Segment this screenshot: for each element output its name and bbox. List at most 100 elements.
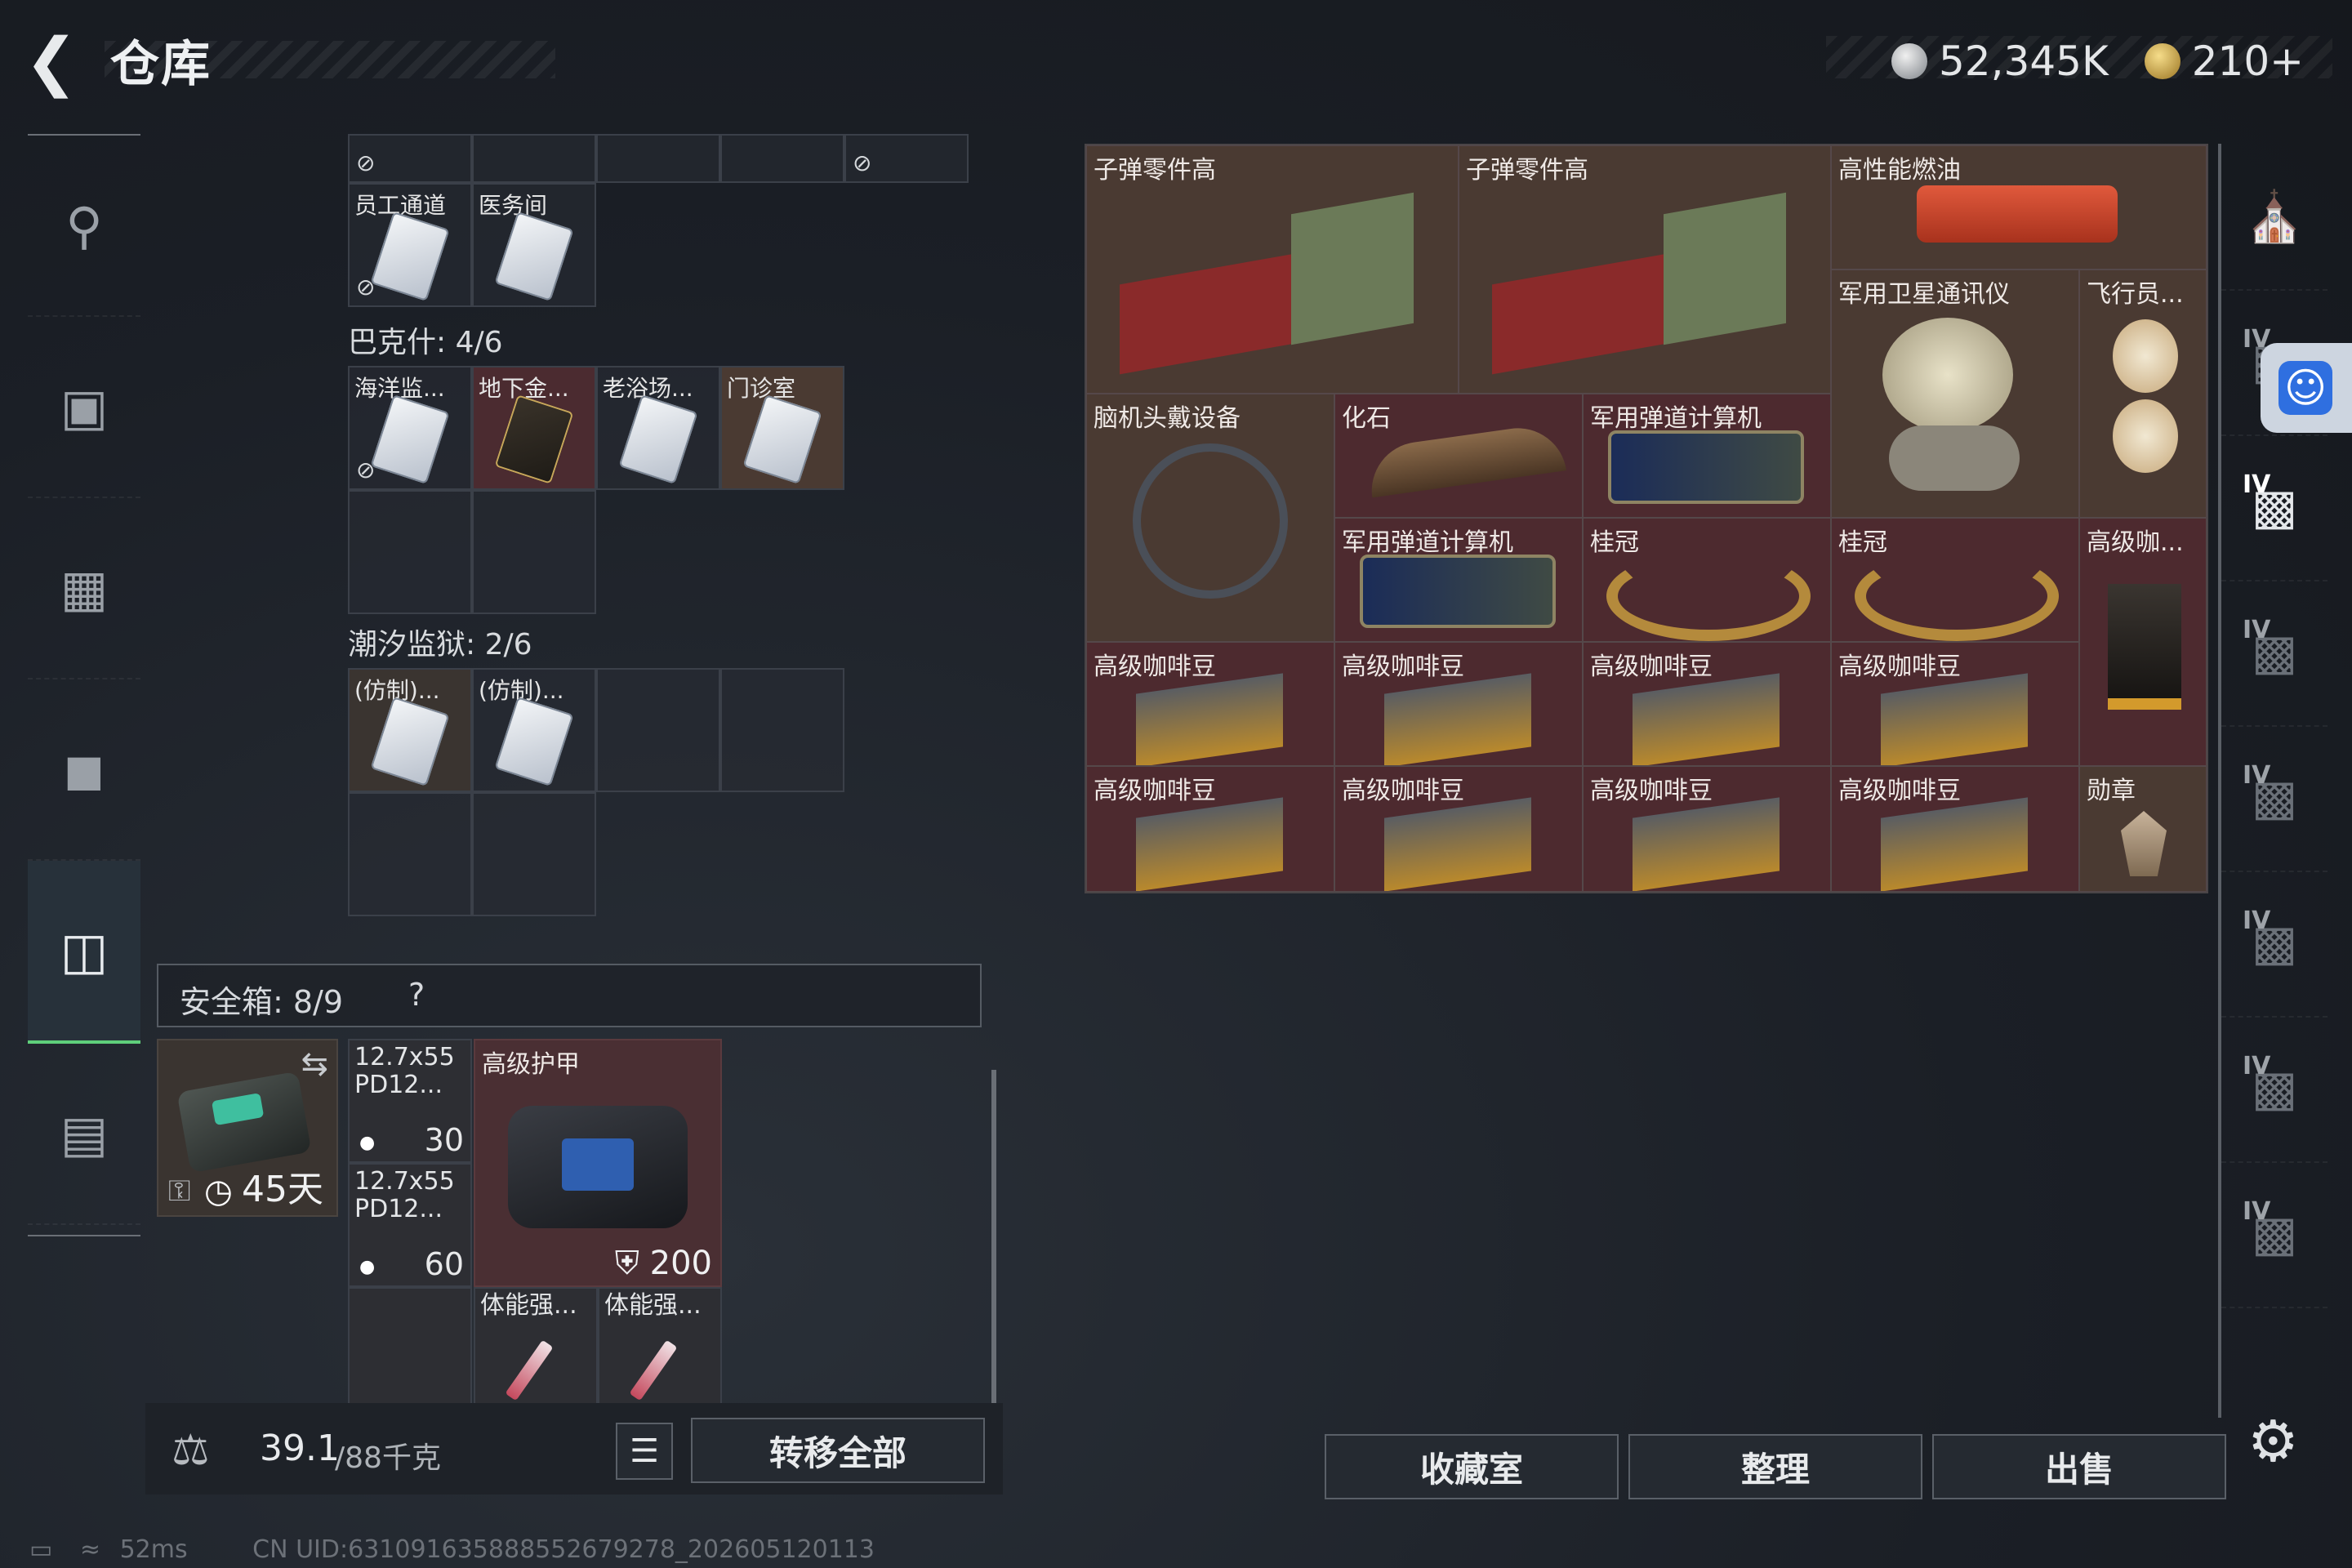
safe-box-header: 安全箱: 8/9 ? [157, 964, 982, 1027]
storage-slot[interactable]: ⊘ [348, 134, 472, 183]
collection-item[interactable]: 化石 [1334, 394, 1583, 518]
storage-slot[interactable]: ⊘ [844, 134, 969, 183]
empty-slot[interactable] [472, 490, 596, 614]
shelter-icon[interactable]: ⛪ [2221, 144, 2328, 291]
stim-item[interactable]: 体能强... [598, 1287, 722, 1411]
collection-item[interactable]: 高级咖啡豆 [1086, 766, 1334, 892]
vault-tab[interactable]: IV▩ [2221, 871, 2328, 1018]
key-card-item[interactable]: (仿制)... [348, 668, 472, 792]
coffee-beans-icon [1136, 673, 1283, 765]
collection-item[interactable]: 脑机头戴设备 [1086, 394, 1334, 642]
collection-item[interactable]: 高级咖啡豆 [1086, 642, 1334, 766]
key-card-icon [618, 394, 698, 484]
gold-coin-icon [2144, 43, 2180, 79]
empty-slot[interactable] [348, 490, 472, 614]
storage-slot[interactable] [720, 134, 844, 183]
settings-gear-icon[interactable]: ⚙ [2247, 1408, 2299, 1475]
collection-item[interactable]: 高级咖啡豆 [1583, 642, 1831, 766]
swap-icon[interactable]: ⇆ [301, 1045, 328, 1083]
key-card-item[interactable]: (仿制)... [472, 668, 596, 792]
collection-item[interactable]: 高级咖啡豆 [1334, 642, 1583, 766]
transfer-all-button[interactable]: 转移全部 [691, 1418, 985, 1483]
collection-item[interactable]: 军用弹道计算机 [1334, 518, 1583, 642]
unlink-icon: ⊘ [356, 149, 376, 176]
collection-item[interactable]: 桂冠 [1831, 518, 2079, 642]
empty-slot[interactable] [720, 668, 844, 792]
gold-amount[interactable]: 210+ [2192, 38, 2304, 85]
accessibility-button[interactable]: ☺ [2261, 343, 2352, 433]
section-title-bakeshi: 巴克什: 4/6 [348, 326, 503, 359]
collection-item[interactable]: 高级咖... [2079, 518, 2207, 766]
battery-icon: ▭ [29, 1535, 53, 1564]
safe-case-icon [176, 1071, 312, 1174]
empty-slot[interactable] [348, 792, 472, 916]
collection-item[interactable]: 子弹零件高 [1459, 145, 1831, 394]
coffee-beans-icon [1881, 673, 2028, 765]
key-card-item[interactable]: 老浴场... [596, 366, 720, 490]
wifi-icon: ≈ [79, 1535, 101, 1564]
key-card-item[interactable]: 地下金... [472, 366, 596, 490]
empty-slot[interactable] [596, 668, 720, 792]
backpack-icon[interactable]: ◼ [28, 679, 140, 861]
vault-tab[interactable]: IV▩ [2221, 580, 2328, 727]
aviator-glasses-icon [2113, 319, 2178, 393]
key-card-item[interactable]: 员工通道 ⊘ [348, 183, 472, 307]
collection-item[interactable]: 高性能燃油 [1831, 145, 2207, 270]
laurel-wreath-icon [1855, 551, 2059, 641]
help-icon[interactable]: ? [408, 977, 425, 1013]
armor-item[interactable]: 高级护甲 ⛨ 200 [474, 1039, 722, 1287]
ammo-item[interactable]: 12.7x55 PD12... ● 30 [348, 1039, 472, 1163]
dot-icon: ● [359, 1133, 376, 1153]
list-view-icon[interactable]: ☰ [616, 1423, 673, 1480]
collection-item[interactable]: 军用卫星通讯仪 [1831, 270, 2079, 518]
top-bar: ❮ 仓库 52,345K 210+ [0, 0, 2352, 122]
syringe-icon [505, 1339, 554, 1401]
ammo-item[interactable]: 12.7x55 PD12... ● 60 [348, 1163, 472, 1287]
vault-tab[interactable]: IV▩ [2221, 1016, 2328, 1163]
back-arrow-icon[interactable]: ❮ [24, 29, 82, 95]
fossil-claw-icon [1365, 421, 1567, 498]
ballistic-computer-icon [1608, 430, 1804, 504]
key-card-item[interactable]: 海洋监... ⊘ [348, 366, 472, 490]
collection-item[interactable]: 飞行员... [2079, 270, 2207, 518]
stim-item[interactable]: 体能强... [474, 1287, 598, 1411]
page-title: 仓库 [110, 36, 212, 93]
organize-button[interactable]: 整理 [1628, 1434, 1922, 1499]
collection-room-button[interactable]: 收藏室 [1325, 1434, 1619, 1499]
key-card-item[interactable]: 门诊室 [720, 366, 844, 490]
dot-icon: ● [359, 1257, 376, 1277]
scrollbar[interactable] [991, 1070, 996, 1421]
collection-item[interactable]: 军用弹道计算机 [1583, 394, 1831, 518]
armor-vest-icon[interactable]: ▣ [28, 317, 140, 498]
key-card-item[interactable]: 医务间 [472, 183, 596, 307]
collection-item[interactable]: 高级咖啡豆 [1831, 766, 2079, 892]
vault-tab[interactable]: IV▩ [2221, 1161, 2328, 1308]
status-bar: ▭ ≈ 52ms CN UID:631091635888552679278_20… [29, 1535, 875, 1564]
medal-icon [2121, 811, 2167, 876]
key-card-icon [742, 394, 822, 484]
collection-item[interactable]: 子弹零件高 [1086, 145, 1459, 394]
left-nav: ⚲ ▣ ▦ ◼ ◫ ▤ [28, 134, 140, 1236]
weight-kg-icon: ⚖ [172, 1426, 210, 1475]
collection-item[interactable]: 桂冠 [1583, 518, 1831, 642]
storage-slot[interactable] [596, 134, 720, 183]
storage-slot[interactable] [472, 134, 596, 183]
empty-slot[interactable] [472, 792, 596, 916]
rifle-icon[interactable]: ⚲ [28, 136, 140, 317]
collection-item[interactable]: 高级咖啡豆 [1334, 766, 1583, 892]
coffee-beans-icon [1384, 673, 1531, 765]
laurel-wreath-icon [1606, 551, 1811, 641]
vault-tab[interactable]: IV▩ [2221, 725, 2328, 872]
coffee-beans-icon [1881, 797, 2028, 891]
chest-rig-icon[interactable]: ▦ [28, 498, 140, 679]
currency-bar: 52,345K 210+ [1826, 36, 2332, 85]
empty-slot[interactable] [348, 1287, 472, 1411]
sell-button[interactable]: 出售 [1932, 1434, 2226, 1499]
collection-item[interactable]: 高级咖啡豆 [1583, 766, 1831, 892]
storage-case-icon[interactable]: ◫ [28, 861, 140, 1044]
collection-item[interactable]: 勋章 [2079, 766, 2207, 892]
collection-item[interactable]: 高级咖啡豆 [1831, 642, 2079, 766]
vault-tab[interactable]: IV▩ [2221, 434, 2328, 581]
briefcase-icon[interactable]: ▤ [28, 1044, 140, 1225]
safe-box-item[interactable]: ⇆ ⚿ ◷ 45天 [157, 1039, 338, 1217]
